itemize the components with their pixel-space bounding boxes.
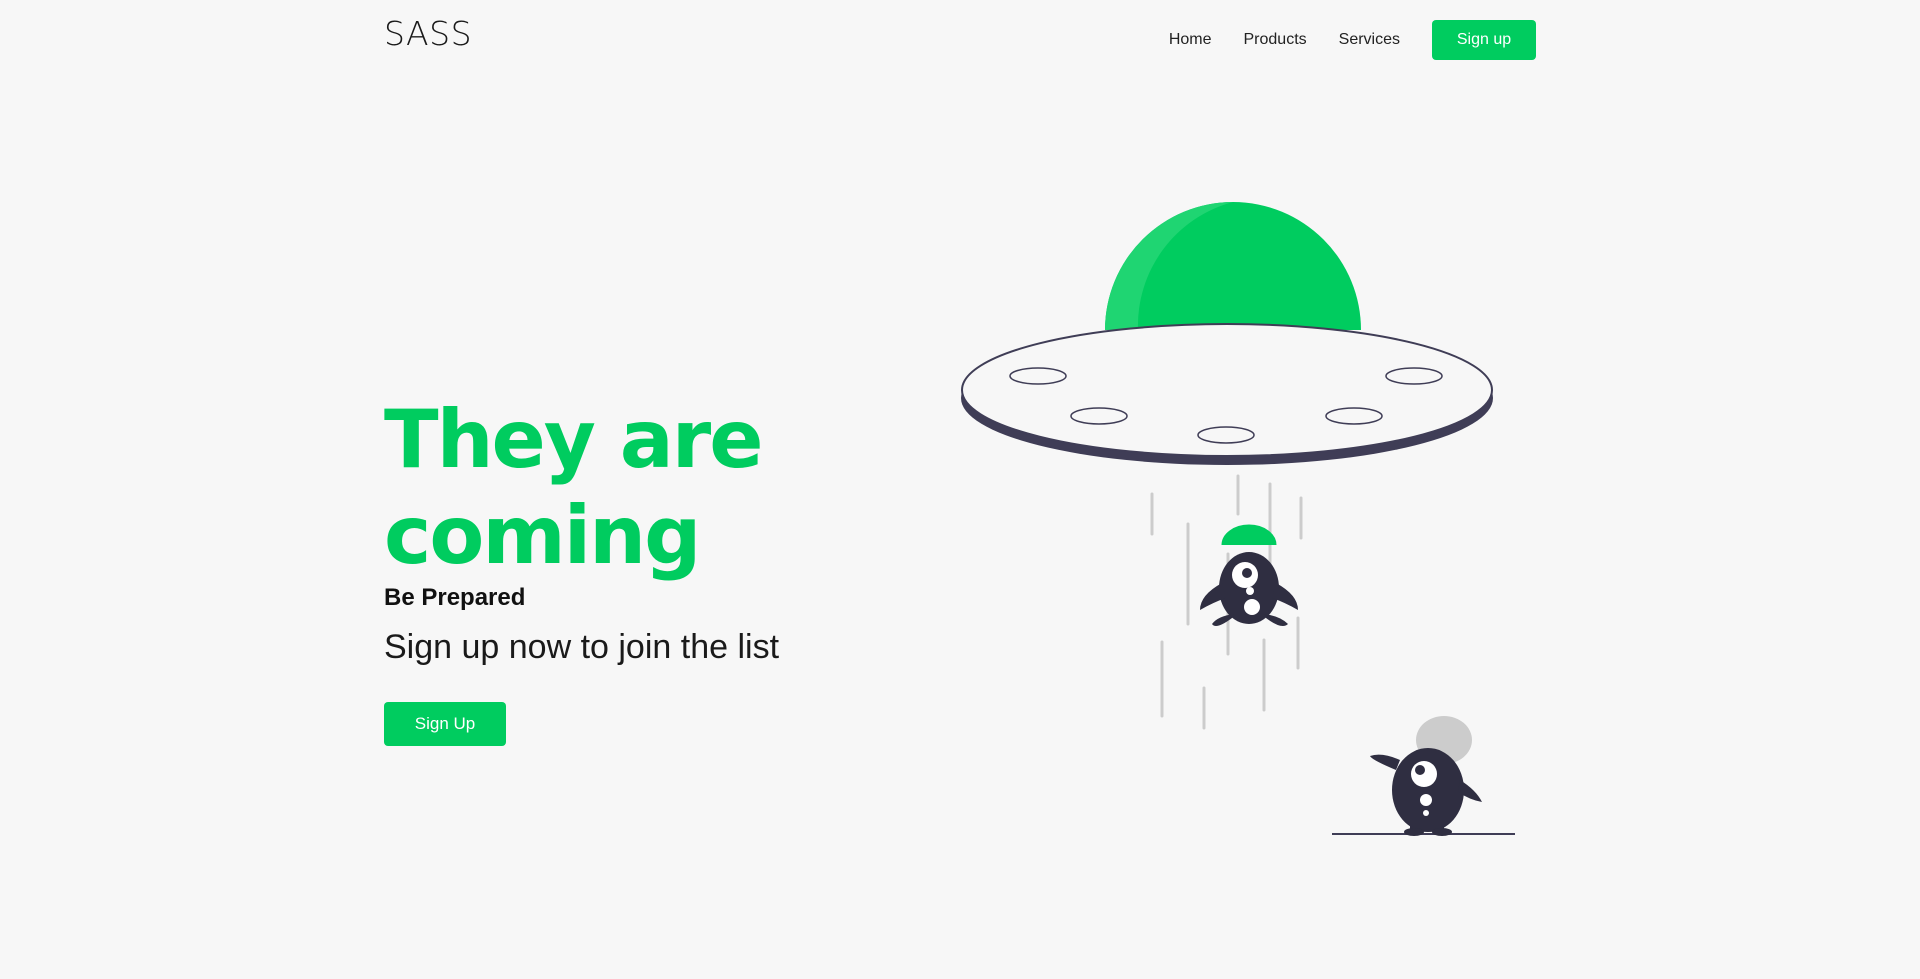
nav-link-products[interactable]: Products: [1244, 31, 1307, 49]
ufo-dome: [1105, 202, 1361, 330]
main-nav: Home Products Services Sign up: [1169, 20, 1536, 60]
ufo-abduction-illustration: [961, 202, 1515, 836]
hero-title: They are coming: [384, 393, 763, 582]
header-signup-button[interactable]: Sign up: [1432, 20, 1536, 60]
hero-subtitle: Sign up now to join the list: [384, 628, 780, 666]
hero-signup-button[interactable]: Sign Up: [384, 702, 506, 746]
nav-link-home[interactable]: Home: [1169, 31, 1212, 49]
ufo-saucer: [961, 323, 1493, 465]
logo[interactable]: SASS: [384, 14, 472, 53]
standing-alien: [1370, 716, 1482, 836]
hero-kicker: Be Prepared: [384, 584, 526, 611]
floating-alien: [1200, 524, 1298, 626]
landing-page: SASS Home Products Services Sign up They…: [0, 0, 1920, 979]
nav-link-services[interactable]: Services: [1339, 31, 1400, 49]
